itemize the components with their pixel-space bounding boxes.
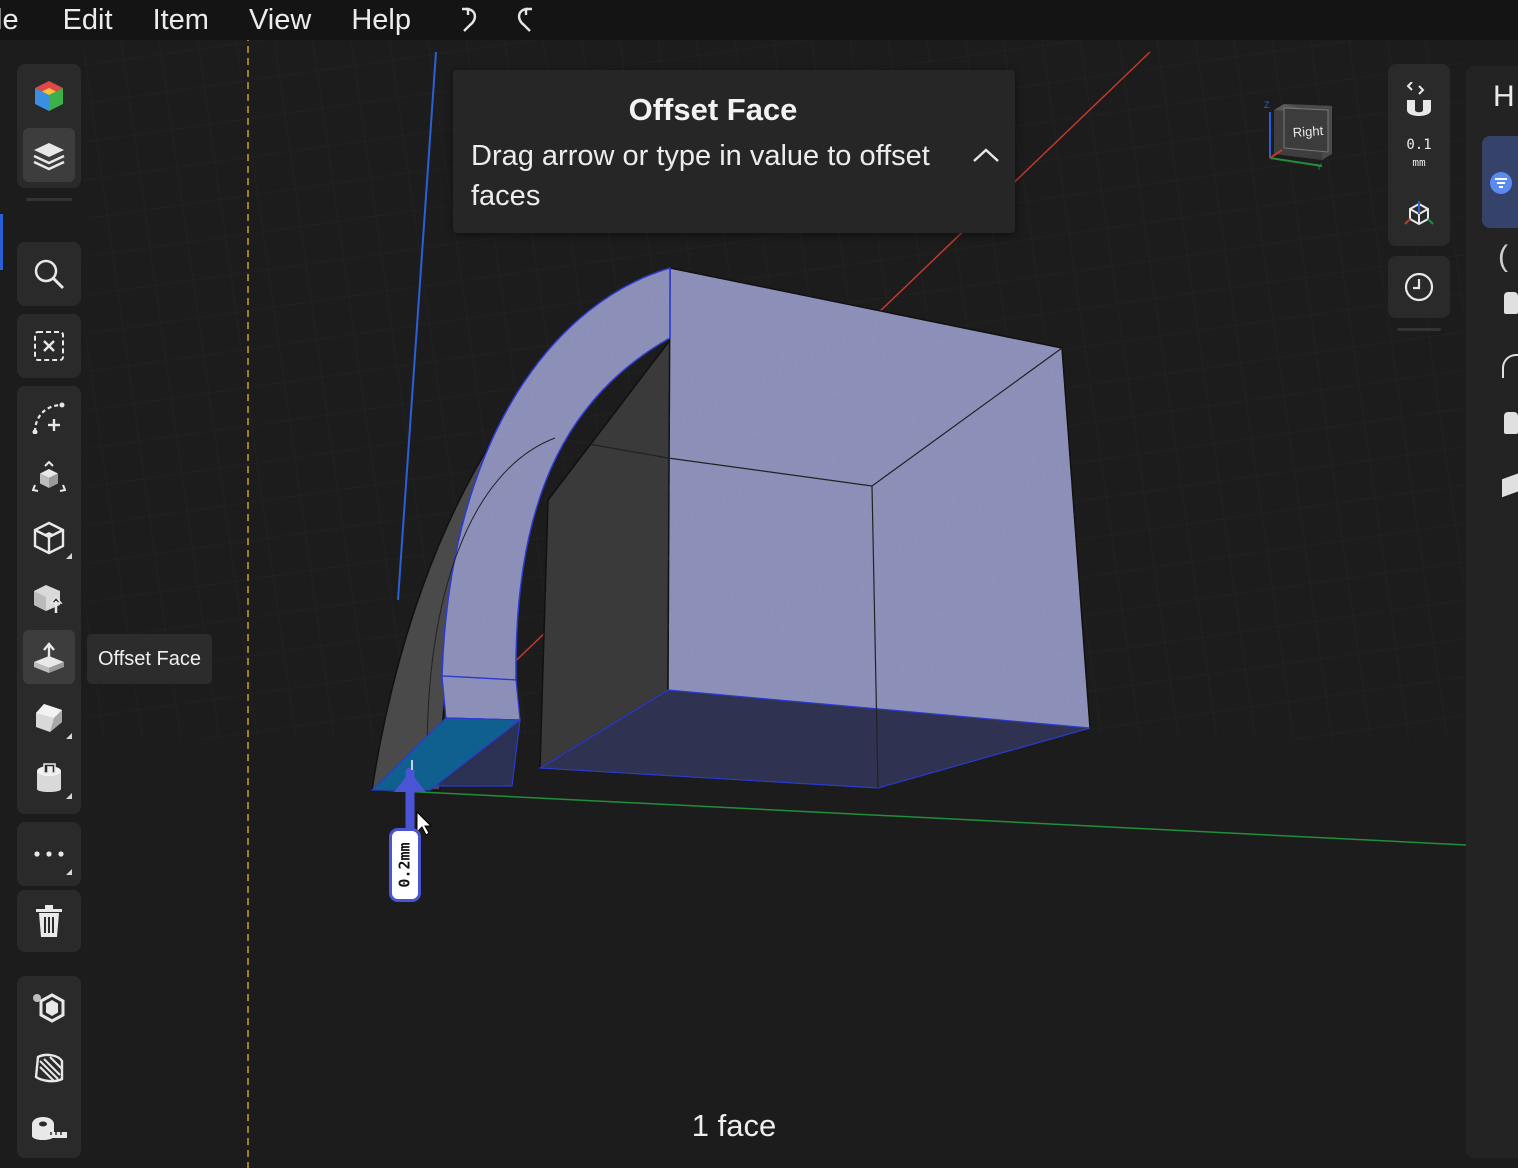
- delete-button[interactable]: [17, 891, 81, 951]
- axis-gizmo-icon: [1404, 201, 1434, 226]
- mesh-icon: [33, 993, 65, 1023]
- shell-button[interactable]: [17, 748, 81, 808]
- appearance-cube-icon: [35, 81, 63, 111]
- offset-dimension-input[interactable]: 0.2mm: [389, 828, 421, 902]
- tool-group-select: [17, 314, 81, 378]
- snap-increment-value[interactable]: 0.1: [1388, 138, 1450, 152]
- menu-help[interactable]: Help: [351, 0, 411, 40]
- layers-button[interactable]: [17, 126, 81, 186]
- deselect-icon: [34, 331, 64, 361]
- measure-icon: [32, 1117, 67, 1140]
- menu-file[interactable]: le: [0, 0, 19, 40]
- search-button[interactable]: [17, 244, 81, 304]
- axis-gizmo-button[interactable]: [1402, 198, 1436, 232]
- body-item-icon-2[interactable]: [1504, 412, 1518, 434]
- offset-face-button[interactable]: [17, 628, 81, 688]
- search-icon: [34, 259, 65, 290]
- offset-face-icon: [34, 642, 64, 673]
- view-cube-face-label: Right: [1292, 122, 1324, 141]
- sketch-arc-icon: [32, 402, 65, 434]
- view-cube-axis-y: Y: [1316, 162, 1323, 172]
- tool-hint-panel: Offset Face Drag arrow or type in value …: [453, 70, 1015, 233]
- right-toolbar-separator: [1397, 328, 1441, 331]
- tool-group-modeling: [17, 386, 81, 814]
- mesh-button[interactable]: [17, 978, 81, 1038]
- snap-button[interactable]: [1398, 74, 1440, 130]
- chamfer-icon: [36, 704, 62, 732]
- filter-icon: [1490, 172, 1512, 194]
- pattern-button[interactable]: [17, 1038, 81, 1098]
- sketch-item-icon[interactable]: [1502, 354, 1518, 378]
- extrude-icon: [34, 585, 63, 613]
- body-item-icon[interactable]: [1504, 292, 1518, 314]
- pattern-icon: [34, 1053, 64, 1083]
- transform-icon: [32, 461, 66, 492]
- right-toolbar: 0.1 mm: [1388, 64, 1450, 246]
- tool-group-display: [17, 64, 81, 188]
- undo-icon[interactable]: [451, 0, 491, 40]
- hint-collapse-button[interactable]: [968, 140, 1004, 170]
- menu-bar: le Edit Item View Help: [0, 0, 1518, 40]
- right-panel: H (: [1466, 66, 1518, 1158]
- measure-button[interactable]: [17, 1098, 81, 1158]
- sketch-arc-button[interactable]: [17, 388, 81, 448]
- appearance-button[interactable]: [17, 66, 81, 126]
- offset-dimension-value: 0.2mm: [396, 842, 414, 888]
- offset-face-tooltip: Offset Face: [87, 634, 213, 684]
- active-group-indicator: [0, 214, 3, 270]
- clock-icon: [1404, 272, 1434, 302]
- chamfer-button[interactable]: [17, 688, 81, 748]
- tool-group-delete: [17, 890, 81, 952]
- arc-block-top: [441, 675, 521, 721]
- view-cube[interactable]: Right Z Y: [1260, 98, 1340, 176]
- right-panel-selected-item[interactable]: [1482, 136, 1518, 228]
- right-toolbar-history: [1388, 256, 1450, 318]
- transform-button[interactable]: [17, 448, 81, 508]
- history-button[interactable]: [1400, 268, 1438, 306]
- face-item-icon[interactable]: [1502, 472, 1518, 498]
- tool-group-utilities: [17, 976, 81, 1158]
- redo-icon[interactable]: [503, 0, 543, 40]
- view-cube-axis-z: Z: [1264, 100, 1270, 110]
- right-panel-title: H: [1493, 80, 1515, 113]
- selection-status: 1 face: [691, 1108, 777, 1143]
- extrude-button[interactable]: [17, 568, 81, 628]
- hint-title: Offset Face: [628, 92, 798, 127]
- menu-item[interactable]: Item: [153, 0, 209, 40]
- left-toolbar: [0, 40, 84, 1168]
- menu-view[interactable]: View: [249, 0, 311, 40]
- tool-group-more: [17, 822, 81, 886]
- chevron-up-icon: [973, 148, 999, 162]
- trash-icon: [36, 905, 62, 937]
- more-icon: [34, 851, 64, 857]
- hint-text: Drag arrow or type in value to offset fa…: [471, 140, 930, 212]
- primitives-button[interactable]: [17, 508, 81, 568]
- more-button[interactable]: [17, 824, 81, 884]
- snap-increment-unit: mm: [1412, 156, 1426, 169]
- toolbar-separator: [26, 198, 72, 201]
- deselect-button[interactable]: [17, 316, 81, 376]
- right-panel-paren: (: [1498, 240, 1508, 273]
- menu-edit[interactable]: Edit: [63, 0, 113, 40]
- primitives-icon: [33, 521, 65, 555]
- magnet-icon: [1406, 82, 1431, 116]
- tool-group-search: [17, 242, 81, 306]
- layers-icon: [33, 143, 65, 171]
- shell-icon: [37, 763, 61, 792]
- axis-green: [379, 789, 1467, 846]
